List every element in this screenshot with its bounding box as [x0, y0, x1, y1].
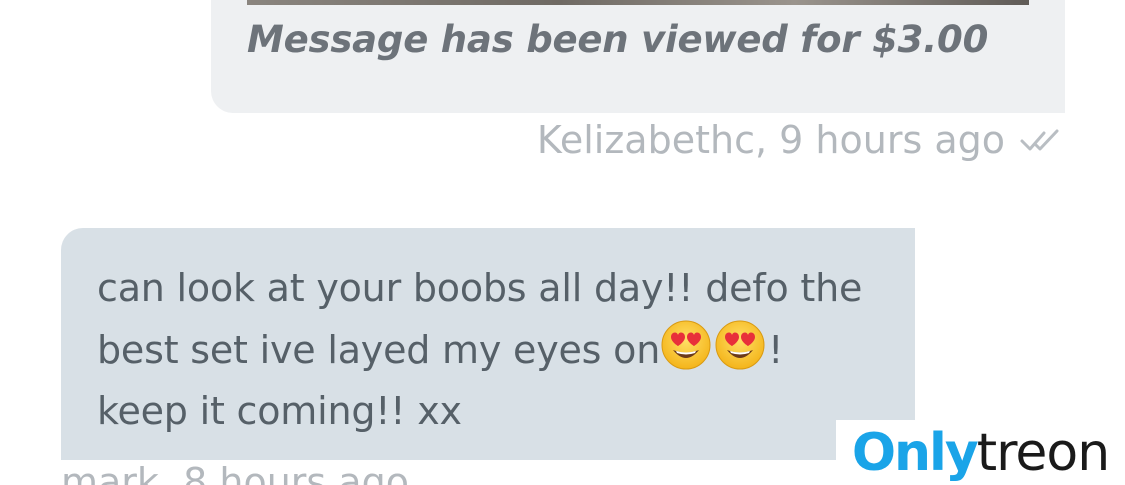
outgoing-meta-separator: ,: [754, 118, 780, 162]
chat-view: Message has been viewed for $3.00 Keliza…: [0, 0, 1125, 485]
heart-eyes-emoji-icon: [715, 320, 765, 370]
incoming-sender-name[interactable]: mark: [61, 460, 159, 485]
message-line: best set ive layed my eyes on !: [97, 319, 897, 381]
message-line: keep it coming!! xx: [97, 389, 462, 433]
heart-eyes-emoji-icon: [661, 320, 711, 370]
media-preview-thumbnail[interactable]: [247, 0, 1029, 5]
message-line: can look at your boobs all day!! defo th…: [97, 266, 863, 310]
outgoing-timestamp: Kelizabethc, 9 hours ago: [537, 118, 1005, 162]
incoming-message-meta: mark, 8 hours ago: [61, 460, 409, 485]
watermark-part-2: treon: [976, 422, 1110, 483]
outgoing-sender-name[interactable]: Kelizabethc: [537, 118, 755, 162]
incoming-meta-separator: ,: [158, 460, 184, 485]
outgoing-message-meta: Kelizabethc, 9 hours ago: [537, 118, 1065, 162]
watermark-part-1: Only: [851, 422, 979, 483]
double-check-icon: [1020, 129, 1059, 151]
message-text-segment: !: [768, 328, 784, 372]
incoming-message-text: can look at your boobs all day!! defo th…: [97, 258, 897, 442]
watermark-logo: Only treon: [836, 420, 1125, 485]
paid-message-note: Message has been viewed for $3.00: [247, 18, 989, 61]
incoming-time: 8 hours ago: [183, 460, 409, 485]
outgoing-time: 9 hours ago: [779, 118, 1005, 162]
message-text-segment: best set ive layed my eyes on: [97, 328, 661, 372]
